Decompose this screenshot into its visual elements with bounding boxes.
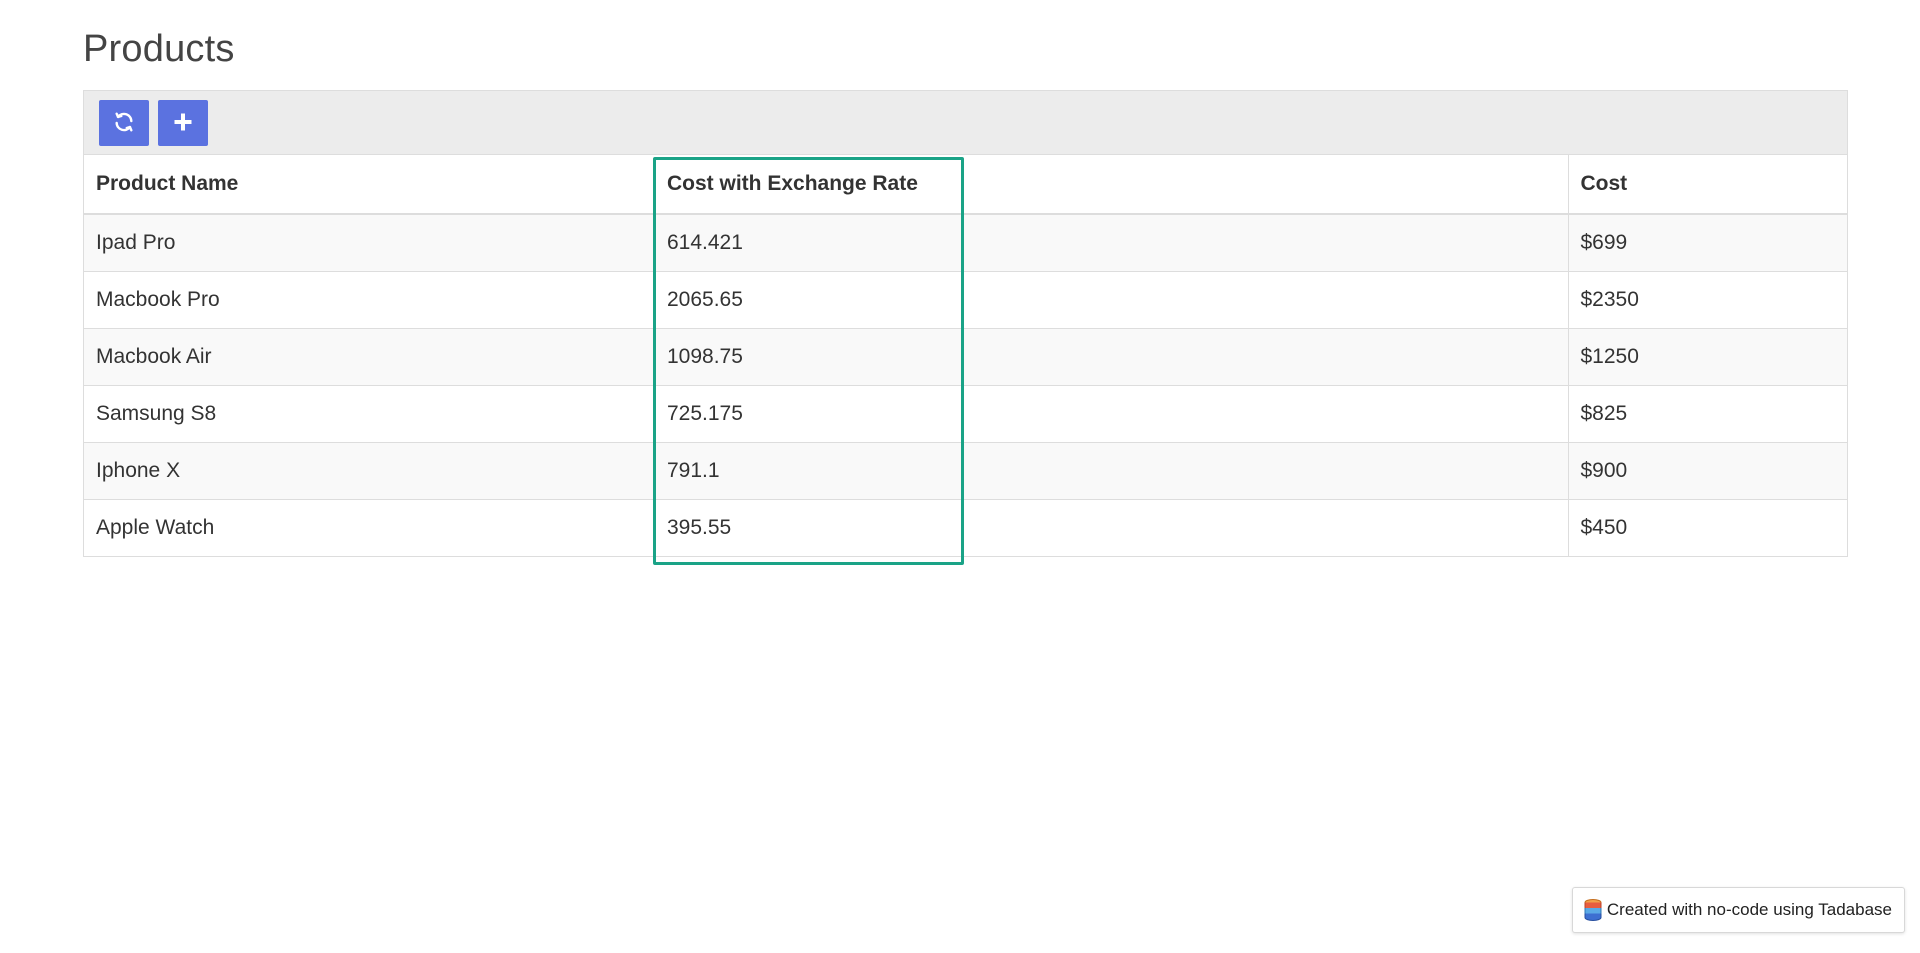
cell-cost: $2350 [1567,271,1847,329]
cell-cost: $450 [1567,499,1847,556]
column-header-cost[interactable]: Cost [1567,155,1847,215]
tadabase-badge[interactable]: Created with no-code using Tadabase [1571,887,1905,933]
refresh-icon [113,111,135,136]
table-row[interactable]: Macbook Pro 2065.65 $2350 [84,271,1847,329]
table-row[interactable]: Macbook Air 1098.75 $1250 [84,328,1847,386]
refresh-button[interactable] [99,100,149,146]
page-title: Products [83,28,235,70]
cell-cost-with-exchange-rate: 791.1 [655,442,1568,500]
table-toolbar [84,91,1847,155]
cell-product-name: Samsung S8 [84,385,655,443]
cell-product-name: Macbook Pro [84,271,655,329]
cell-cost: $699 [1567,213,1847,272]
cell-cost: $825 [1567,385,1847,443]
column-header-product-name[interactable]: Product Name [84,155,655,215]
add-record-button[interactable] [158,100,208,146]
page: Products Product Name Cost with Exchange… [0,0,1920,953]
plus-icon [173,112,193,135]
cell-cost-with-exchange-rate: 1098.75 [655,328,1568,386]
database-icon [1583,898,1603,922]
cell-product-name: Iphone X [84,442,655,500]
table-row[interactable]: Iphone X 791.1 $900 [84,442,1847,500]
table-row[interactable]: Samsung S8 725.175 $825 [84,385,1847,443]
table-row[interactable]: Ipad Pro 614.421 $699 [84,213,1847,272]
products-table: Product Name Cost with Exchange Rate Cos… [84,155,1847,556]
cell-cost-with-exchange-rate: 2065.65 [655,271,1568,329]
cell-product-name: Apple Watch [84,499,655,556]
cell-product-name: Macbook Air [84,328,655,386]
cell-cost-with-exchange-rate: 395.55 [655,499,1568,556]
table-header-row: Product Name Cost with Exchange Rate Cos… [84,155,1847,215]
cell-cost-with-exchange-rate: 725.175 [655,385,1568,443]
cell-cost-with-exchange-rate: 614.421 [655,213,1568,272]
cell-product-name: Ipad Pro [84,213,655,272]
cell-cost: $1250 [1567,328,1847,386]
badge-label: Created with no-code using Tadabase [1606,900,1892,919]
column-header-cost-with-exchange-rate[interactable]: Cost with Exchange Rate [655,155,1568,215]
table-row[interactable]: Apple Watch 395.55 $450 [84,499,1847,556]
cell-cost: $900 [1567,442,1847,500]
products-table-panel: Product Name Cost with Exchange Rate Cos… [83,90,1848,557]
